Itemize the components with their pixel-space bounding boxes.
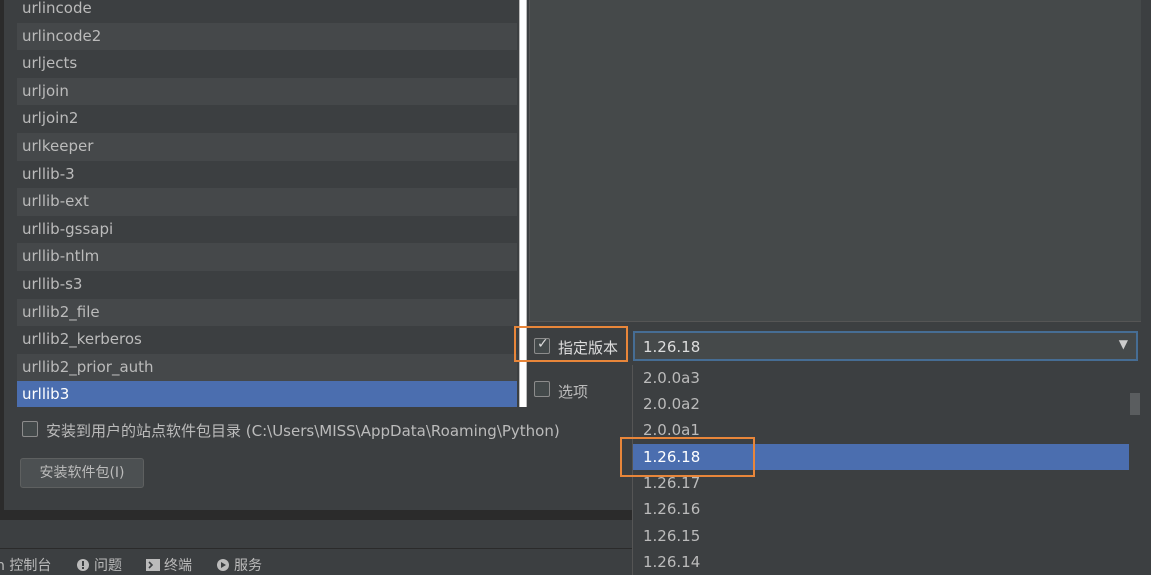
- popup-scrollbar-thumb[interactable]: [1130, 393, 1140, 415]
- services-icon: [217, 559, 229, 571]
- chevron-down-icon[interactable]: ▼: [1119, 337, 1128, 351]
- package-list-item[interactable]: urlincode: [17, 0, 517, 23]
- tab-services[interactable]: 服务: [216, 555, 262, 575]
- package-list-item[interactable]: urljects: [17, 50, 517, 78]
- package-list-item[interactable]: urllib-3: [17, 161, 517, 189]
- package-list-item[interactable]: urlkeeper: [17, 132, 517, 161]
- terminal-icon: [146, 559, 160, 571]
- package-list-item[interactable]: urllib-gssapi: [17, 216, 517, 244]
- install-package-button[interactable]: 安装软件包(I): [20, 458, 144, 488]
- tab-label: 问题: [94, 558, 122, 574]
- package-list-item[interactable]: urllib-ntlm: [17, 243, 517, 271]
- package-list[interactable]: urlincode urlincode2 urljects urljoin ur…: [17, 0, 517, 407]
- tab-label: n 控制台: [0, 558, 52, 574]
- version-option[interactable]: 2.0.0a2: [633, 391, 1129, 417]
- version-option[interactable]: 1.26.15: [633, 523, 1129, 549]
- tab-python-console[interactable]: n 控制台: [0, 555, 51, 575]
- tab-label: 终端: [164, 558, 192, 574]
- package-list-item[interactable]: urllib2_kerberos: [17, 326, 517, 354]
- annotation-highlight-box: [620, 437, 755, 477]
- install-user-site-label: 安装到用户的站点软件包目录 (C:\Users\MISS\AppData\Roa…: [46, 422, 560, 440]
- version-dropdown[interactable]: 1.26.18 ▼: [633, 331, 1138, 361]
- tab-terminal[interactable]: 终端: [146, 555, 192, 575]
- right-gutter: [1141, 0, 1151, 510]
- version-option[interactable]: 1.26.16: [633, 496, 1129, 522]
- divider: [0, 510, 632, 520]
- install-user-site-checkbox[interactable]: [22, 421, 38, 437]
- package-list-item-selected[interactable]: urllib3: [17, 381, 517, 407]
- package-list-item[interactable]: urllib-s3: [17, 271, 517, 299]
- package-description-panel: [529, 0, 1143, 322]
- package-list-item[interactable]: urllib2_file: [17, 298, 517, 327]
- package-list-item[interactable]: urljoin: [17, 77, 517, 106]
- options-label: 选项: [558, 383, 589, 401]
- tab-problems[interactable]: 问题: [76, 555, 122, 575]
- problems-icon: [77, 559, 89, 571]
- package-list-item[interactable]: urlincode2: [17, 22, 517, 51]
- tab-label: 服务: [234, 558, 262, 574]
- package-list-item[interactable]: urllib2_prior_auth: [17, 353, 517, 382]
- version-option[interactable]: 1.26.14: [633, 549, 1129, 575]
- package-list-item[interactable]: urljoin2: [17, 105, 517, 133]
- left-edge: [0, 0, 4, 510]
- annotation-highlight-box: [514, 326, 628, 362]
- package-list-item[interactable]: urllib-ext: [17, 188, 517, 216]
- options-checkbox[interactable]: [534, 381, 550, 397]
- version-option[interactable]: 2.0.0a3: [633, 365, 1129, 391]
- version-dropdown-value: 1.26.18: [643, 338, 701, 356]
